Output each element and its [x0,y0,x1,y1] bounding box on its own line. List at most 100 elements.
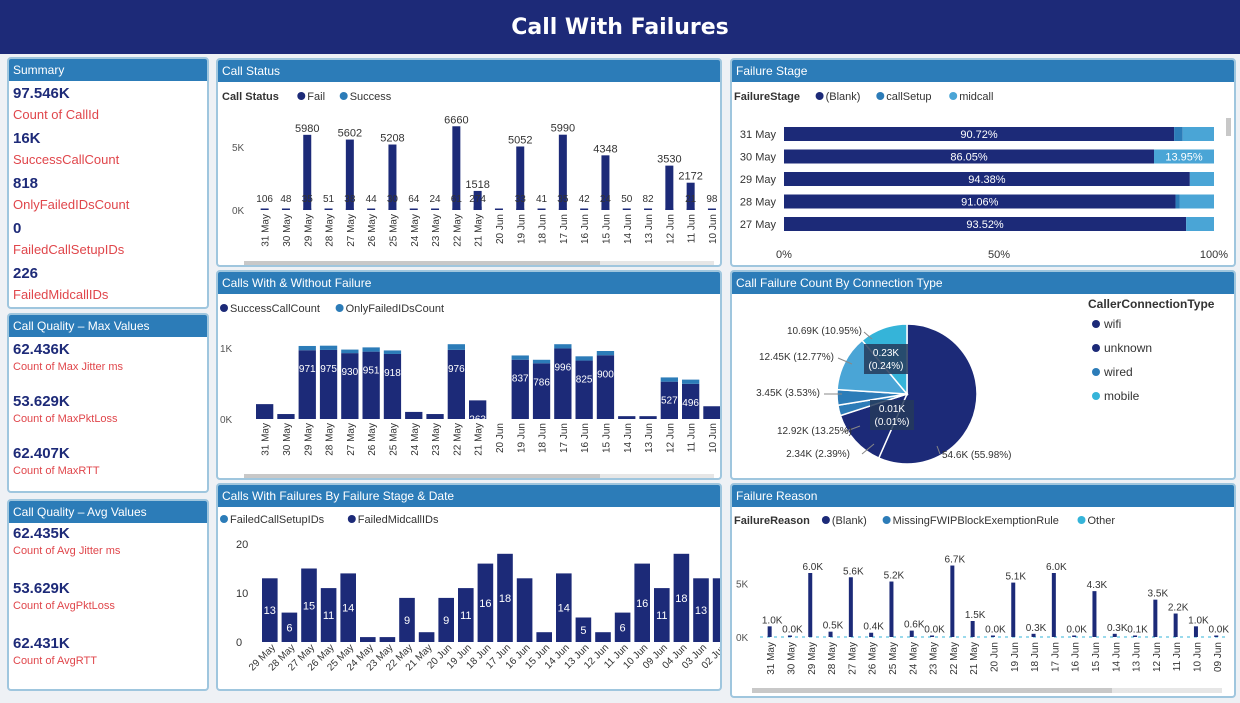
fail-bar [707,208,716,210]
x-tick-label: 14 Jun [1111,642,1122,672]
summary-card: Summary 97.546K Count of CallId 16K Succ… [7,57,209,309]
legend-marker [1077,516,1086,524]
blank-bar [787,635,792,637]
data-label: 951 [363,366,380,377]
data-label: 24 [600,194,612,205]
legend-label: wired [1103,365,1133,379]
midcall-bar [360,637,376,642]
legend-title: Call Status [222,91,279,103]
data-label: 9 [443,615,449,627]
data-label: 6.0K [802,562,823,573]
data-label: 786 [533,377,550,388]
midcall-bar [379,637,396,642]
fail-bar [537,208,546,210]
x-tick-label: 18 Jun [1030,642,1041,672]
legend-marker [1092,368,1100,376]
data-label: 5208 [380,133,404,145]
blank-bar [1173,613,1178,637]
data-label: 42 [579,194,591,205]
x-tick-label: 25 May [888,642,899,675]
data-label: 0.1K [1127,625,1148,636]
x-tick-label: 50% [988,249,1010,261]
data-label: 0.0K [1066,625,1087,636]
blank-bar [1214,635,1219,637]
data-label: 496 [682,398,699,409]
legend-label: OnlyFailedIDsCount [346,303,444,315]
data-label: 0.5K [823,621,844,632]
legend-marker [1092,392,1100,400]
legend-marker [1092,344,1100,352]
x-tick-label: 22 May [452,423,463,456]
kpi-value: 53.629K [13,393,70,410]
data-label: 1518 [465,179,489,191]
x-tick-label: 10 Jun [708,423,719,453]
data-label: 2.2K [1168,603,1189,614]
x-tick-label: 18 Jun [538,214,549,244]
data-label: 0.0K [924,625,945,636]
success-bar [319,349,338,419]
success-bar [618,416,636,419]
data-label: 1.0K [762,615,783,626]
x-tick-label: 12 Jun [665,423,676,453]
data-label: 5052 [508,134,532,146]
success-bar [362,351,380,419]
blank-bar [889,581,894,637]
legend-marker [882,516,891,524]
success-bar [554,348,572,419]
slice-label: 10.69K (10.95%) [787,326,862,337]
x-tick-label: 11 Jun [1172,642,1183,671]
data-label: 16 [479,598,491,610]
x-tick-label: 10 Jun [1192,642,1203,672]
legend-marker [876,92,885,100]
legend-label: callSetup [886,91,931,103]
legend-marker [815,92,824,100]
data-label: 930 [342,367,359,378]
blank-bar [1072,635,1077,637]
kpi-value: 818 [13,175,39,192]
blank-bar [1133,635,1138,637]
success-bar [405,411,423,419]
legend-label: SuccessCallCount [230,303,320,315]
midcall-bar [418,632,435,642]
legend-label: MissingFWIPBlockExemptionRule [893,515,1059,527]
call-status-title: Call Status [218,60,720,82]
data-label: 106 [256,194,273,205]
x-tick-label: 16 Jun [1071,642,1082,672]
fail-bar [644,208,653,210]
y-tick-label: 20 [236,539,248,551]
success-bar [426,414,444,419]
with-without-title: Calls With & Without Failure [218,272,720,294]
success-bar [256,404,274,419]
y-tick-label: 0K [220,415,233,426]
data-label: 41 [536,194,548,205]
data-label: 5.1K [1005,572,1026,583]
data-label: 4348 [593,143,617,155]
kpi-value: 62.435K [13,525,70,542]
data-label: 50 [621,194,633,205]
scrollbar-thumb [244,261,600,265]
failure-reason-panel: Failure Reason FailureReason (Blank) Missi… [730,483,1236,698]
x-tick-label: 12 Jun [665,214,676,244]
x-tick-label: 30 May [282,214,293,247]
x-tick-label: 26 May [367,214,378,247]
data-label: 35 [302,194,314,205]
data-label: 3530 [657,154,681,166]
connection-type-panel: Call Failure Count By Connection Type 54… [730,270,1236,480]
legend-title: CallerConnectionType [1088,297,1215,311]
failed-bar [319,345,338,350]
x-tick-label: 0% [776,249,792,261]
stage-date-chart: FailedCallSetupIDs FailedMidcallIDs 20 10 0 1… [220,514,720,673]
data-label: 971 [299,364,316,375]
kpi-label: Count of Max Jitter ms [13,361,124,373]
blank-bar [767,626,772,637]
x-tick-label: 27 May [346,214,357,247]
blank-bar [909,630,914,637]
fail-bar [622,208,631,210]
success-bar [639,416,657,419]
data-label: 4.3K [1087,580,1108,591]
x-tick-label: 11 Jun [687,423,698,452]
legend-marker [339,92,348,100]
x-tick-label: 23 May [431,214,442,247]
failed-bar [511,355,529,360]
x-tick-label: 22 May [452,214,463,247]
